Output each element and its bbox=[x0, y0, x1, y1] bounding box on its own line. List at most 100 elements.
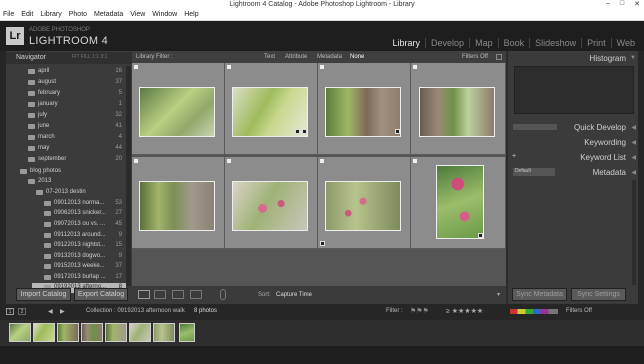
flag-icon[interactable] bbox=[320, 65, 324, 69]
export-catalog-button[interactable]: Export Catalog bbox=[74, 288, 128, 301]
folder-item[interactable]: 09062013 snicker... 27 bbox=[32, 209, 126, 219]
module-print[interactable]: Print bbox=[581, 38, 611, 48]
saved-preset-select[interactable] bbox=[513, 124, 557, 130]
sync-metadata-button[interactable]: Sync Metadata bbox=[512, 288, 567, 301]
right-panel-scrollbar[interactable] bbox=[632, 180, 636, 285]
menu-edit[interactable]: Edit bbox=[21, 11, 33, 18]
menu-view[interactable]: View bbox=[130, 11, 145, 18]
menu-photo[interactable]: Photo bbox=[69, 11, 87, 18]
folder-item[interactable]: may 44 bbox=[16, 144, 126, 154]
forward-arrow-icon[interactable]: ▶ bbox=[60, 308, 65, 315]
filmstrip-filters-off-menu[interactable]: Filters Off bbox=[566, 308, 592, 314]
photo-thumbnail[interactable] bbox=[232, 181, 308, 231]
expand-icon[interactable]: ◀ bbox=[631, 124, 636, 131]
photo-thumbnail[interactable] bbox=[139, 87, 215, 137]
minimize-icon[interactable]: – bbox=[606, 0, 610, 8]
menu-file[interactable]: File bbox=[3, 11, 14, 18]
flag-icon[interactable] bbox=[134, 65, 138, 69]
menu-help[interactable]: Help bbox=[184, 11, 198, 18]
flag-filter-icons[interactable]: ⚑⚑⚑ bbox=[410, 307, 429, 315]
module-library[interactable]: Library bbox=[388, 38, 426, 48]
close-icon[interactable]: ✕ bbox=[634, 0, 640, 8]
toolbar-menu-icon[interactable]: ▾ bbox=[497, 291, 500, 298]
navigator-zoom-options[interactable]: FIT FILL 1:1 3:1 bbox=[72, 54, 107, 60]
module-web[interactable]: Web bbox=[610, 38, 640, 48]
grid-cell[interactable] bbox=[132, 63, 225, 155]
grid-cell[interactable] bbox=[318, 157, 411, 249]
menu-library[interactable]: Library bbox=[40, 11, 61, 18]
flag-icon[interactable] bbox=[413, 65, 417, 69]
navigator-header[interactable]: Navigator FIT FILL 1:1 3:1 bbox=[6, 52, 132, 64]
filmstrip-thumbnail[interactable] bbox=[153, 323, 175, 342]
filmstrip-thumbnail[interactable] bbox=[105, 323, 127, 342]
folder-item[interactable]: march 4 bbox=[16, 133, 126, 143]
star-rating-filter[interactable]: ≥ ★★★★★ bbox=[446, 307, 483, 315]
add-keyword-icon[interactable]: + bbox=[512, 153, 516, 160]
folder-item[interactable]: 09012013 norma... 53 bbox=[32, 199, 126, 209]
keywording-header[interactable]: Keywording ◀ bbox=[509, 136, 638, 149]
folder-item[interactable]: june 41 bbox=[16, 122, 126, 132]
expand-icon[interactable]: ◀ bbox=[631, 169, 636, 176]
module-map[interactable]: Map bbox=[469, 38, 498, 48]
flag-icon[interactable] bbox=[227, 65, 231, 69]
photo-thumbnail[interactable] bbox=[325, 181, 401, 231]
module-book[interactable]: Book bbox=[497, 38, 530, 48]
filmstrip-thumbnail[interactable] bbox=[179, 323, 195, 342]
folder-item[interactable]: september 20 bbox=[16, 155, 126, 165]
filmstrip-thumbnail[interactable] bbox=[33, 323, 55, 342]
grid-cell[interactable] bbox=[225, 63, 318, 155]
filter-tab-none[interactable]: None bbox=[350, 54, 364, 60]
maximize-icon[interactable]: □ bbox=[620, 0, 624, 8]
module-develop[interactable]: Develop bbox=[425, 38, 469, 48]
folder-item[interactable]: 09112013 around... 9 bbox=[32, 231, 126, 241]
grid-cell[interactable] bbox=[318, 63, 411, 155]
expand-icon[interactable]: ◀ bbox=[631, 139, 636, 146]
left-panel-scrollbar[interactable] bbox=[126, 66, 131, 286]
folder-item[interactable]: january 1 bbox=[16, 100, 126, 110]
compare-view-icon[interactable] bbox=[172, 290, 184, 299]
folder-item[interactable]: february 5 bbox=[16, 89, 126, 99]
module-slideshow[interactable]: Slideshow bbox=[529, 38, 581, 48]
grid-cell[interactable] bbox=[411, 157, 506, 249]
grid-cell[interactable] bbox=[132, 157, 225, 249]
photo-thumbnail[interactable] bbox=[139, 181, 215, 231]
filmstrip-thumbnail[interactable] bbox=[81, 323, 103, 342]
loupe-view-icon[interactable] bbox=[154, 290, 166, 299]
folder-item[interactable]: august 37 bbox=[16, 78, 126, 88]
back-arrow-icon[interactable]: ◀ bbox=[48, 308, 53, 315]
folder-item[interactable]: blog photos bbox=[8, 167, 126, 177]
folder-item[interactable]: july 32 bbox=[16, 111, 126, 121]
collapse-icon[interactable]: ▼ bbox=[630, 55, 636, 61]
page-2-button[interactable]: 2 bbox=[18, 308, 26, 315]
grid-cell[interactable] bbox=[225, 157, 318, 249]
folder-item[interactable]: 09172013 burlap ... 17 bbox=[32, 273, 126, 283]
menu-metadata[interactable]: Metadata bbox=[94, 11, 123, 18]
folder-item[interactable]: april 16 bbox=[16, 67, 126, 77]
folder-item[interactable]: 07-2013 destin bbox=[24, 188, 126, 198]
photo-thumbnail[interactable] bbox=[325, 87, 401, 137]
import-catalog-button[interactable]: Import Catalog bbox=[16, 288, 71, 301]
flag-icon[interactable] bbox=[413, 159, 417, 163]
lock-icon[interactable] bbox=[496, 54, 502, 60]
filters-off-menu[interactable]: Filters Off bbox=[462, 54, 488, 60]
survey-view-icon[interactable] bbox=[190, 290, 202, 299]
grid-view-icon[interactable] bbox=[138, 290, 150, 299]
folder-item[interactable]: 09122013 nightst... 15 bbox=[32, 241, 126, 251]
flag-icon[interactable] bbox=[320, 159, 324, 163]
page-1-button[interactable]: 1 bbox=[6, 308, 14, 315]
left-panel-toggle[interactable] bbox=[0, 51, 6, 304]
folder-item[interactable]: 2013 bbox=[16, 177, 126, 187]
sort-order-select[interactable]: Capture Time bbox=[276, 292, 312, 298]
folder-item[interactable]: 09132013 dogwo... 9 bbox=[32, 252, 126, 262]
filter-tab-metadata[interactable]: Metadata bbox=[317, 54, 342, 60]
photo-thumbnail[interactable] bbox=[436, 165, 484, 239]
filmstrip-thumbnail[interactable] bbox=[129, 323, 151, 342]
flag-icon[interactable] bbox=[134, 159, 138, 163]
metadata-preset-select[interactable]: Default bbox=[513, 168, 555, 176]
filter-tab-attribute[interactable]: Attribute bbox=[285, 54, 307, 60]
painter-icon[interactable] bbox=[220, 289, 226, 300]
folder-item[interactable]: 09152013 weeke... 37 bbox=[32, 262, 126, 272]
color-label-filter[interactable] bbox=[510, 309, 558, 314]
filmstrip-thumbnail[interactable] bbox=[57, 323, 79, 342]
expand-icon[interactable]: ◀ bbox=[631, 154, 636, 161]
